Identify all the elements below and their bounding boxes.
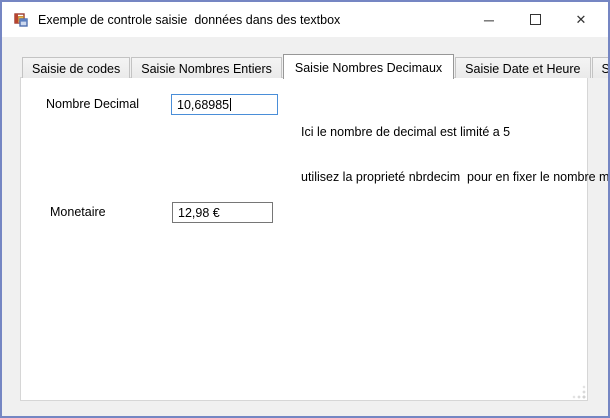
winforms-app-icon: [13, 12, 29, 28]
titlebar[interactable]: Exemple de controle saisie données dans …: [2, 2, 608, 37]
decimal-info-text: Ici le nombre de decimal est limité a 5 …: [301, 95, 610, 215]
nombre-decimal-value: 10,68985: [177, 98, 229, 112]
tab-saisie-nombres-entiers[interactable]: Saisie Nombres Entiers: [131, 57, 282, 78]
close-icon: ✕: [576, 12, 587, 28]
minimize-icon: ─: [484, 12, 494, 28]
app-window: Exemple de controle saisie données dans …: [0, 0, 610, 418]
decimal-info-line2: utilisez la proprieté nbrdecim pour en f…: [301, 170, 610, 185]
resize-grip[interactable]: [572, 385, 586, 399]
maximize-button[interactable]: [512, 2, 558, 37]
tab-saisie-de-codes[interactable]: Saisie de codes: [22, 57, 130, 78]
monetaire-value: 12,98 €: [178, 206, 220, 220]
minimize-button[interactable]: ─: [466, 2, 512, 37]
text-caret: [230, 98, 231, 111]
decimal-info-line1: Ici le nombre de decimal est limité a 5: [301, 125, 610, 140]
tabpage-saisie-nombres-decimaux: Nombre Decimal 10,68985 Ici le nombre de…: [20, 77, 588, 401]
monetaire-input[interactable]: 12,98 €: [172, 202, 273, 223]
maximize-icon: [530, 14, 541, 25]
tab-strip: Saisie de codes Saisie Nombres Entiers S…: [22, 54, 610, 78]
window-title: Exemple de controle saisie données dans …: [38, 13, 466, 27]
tab-saisie-date-et-heure[interactable]: Saisie Date et Heure: [455, 57, 590, 78]
tab-saisie-email[interactable]: Saisie Email: [592, 57, 610, 78]
window-controls: ─ ✕: [466, 2, 604, 37]
nombre-decimal-label: Nombre Decimal: [46, 97, 139, 111]
nombre-decimal-input[interactable]: 10,68985: [171, 94, 278, 115]
close-button[interactable]: ✕: [558, 2, 604, 37]
monetaire-label: Monetaire: [50, 205, 106, 219]
tab-saisie-nombres-decimaux[interactable]: Saisie Nombres Decimaux: [283, 54, 454, 79]
